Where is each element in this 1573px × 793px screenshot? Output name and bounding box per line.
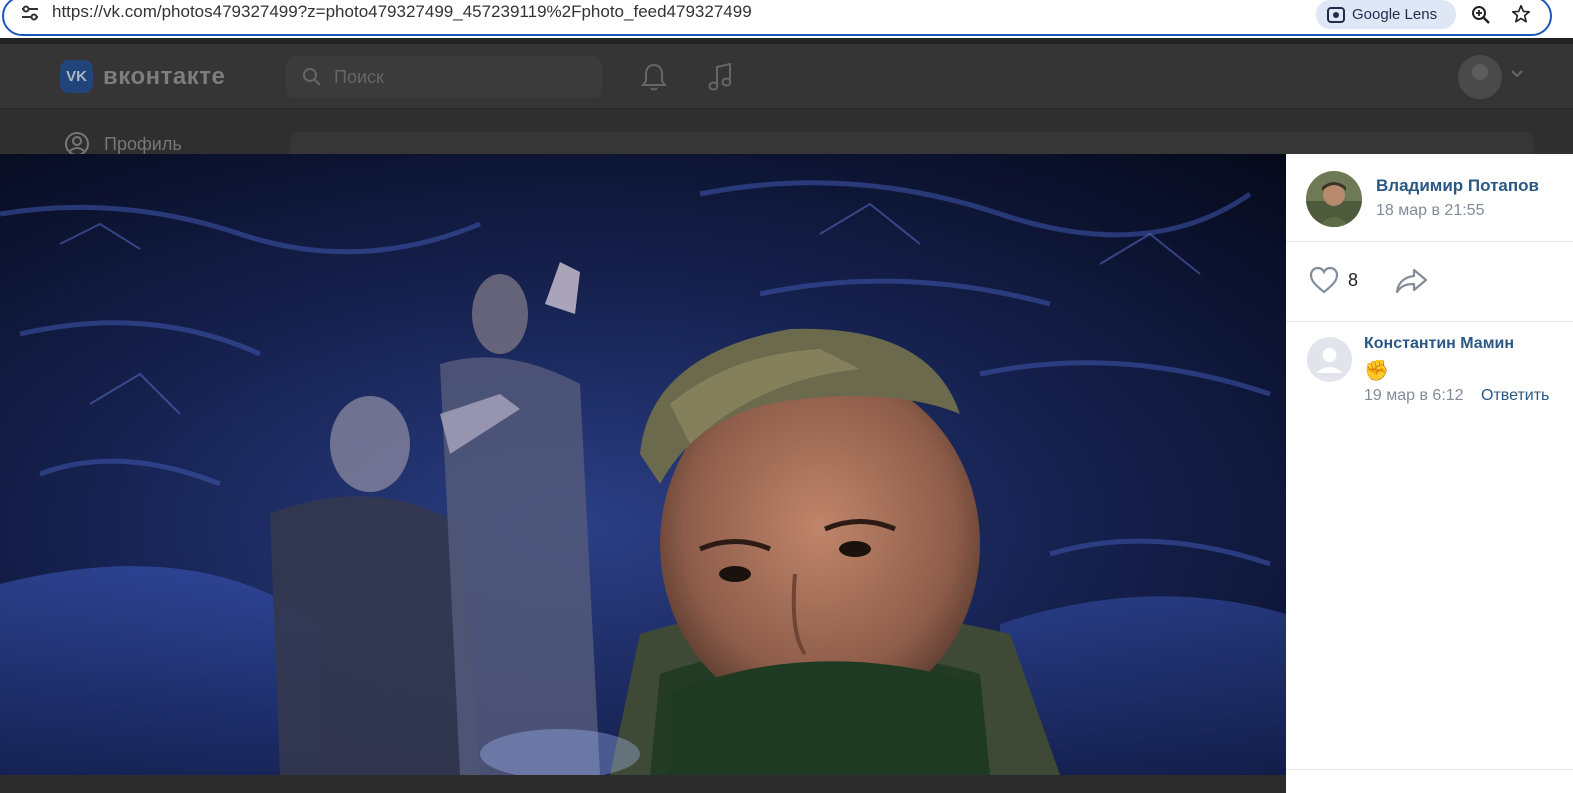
reply-button[interactable]: Ответить [1481,387,1549,405]
user-avatar[interactable] [1458,55,1502,99]
zoom-icon[interactable] [1470,4,1492,26]
photo-bottom-bar [0,775,1286,793]
share-icon[interactable] [1394,266,1430,296]
vk-logo-text: вконтакте [103,62,226,90]
post-date[interactable]: 18 мар в 21:55 [1376,202,1484,220]
comment-author[interactable]: Константин Мамин [1364,335,1514,353]
vk-header: VK вконтакте Поиск [0,44,1573,109]
tune-icon[interactable] [20,4,40,22]
comment-date[interactable]: 19 мар в 6:12 [1364,387,1464,405]
vk-logo-mark: VK [60,60,93,93]
chevron-down-icon[interactable] [1510,69,1524,79]
author-name[interactable]: Владимир Потапов [1376,176,1539,196]
post-actions: 8 [1286,242,1573,322]
author-avatar[interactable] [1306,171,1362,227]
search-input[interactable]: Поиск [286,56,602,98]
browser-address-bar: https://vk.com/photos479327499?z=photo47… [0,0,1573,38]
comment-input-area[interactable] [1286,769,1573,793]
bell-icon[interactable] [640,62,668,92]
comment-avatar[interactable] [1307,337,1352,382]
heart-icon[interactable] [1308,265,1340,295]
bookmark-star-icon[interactable] [1510,3,1532,25]
comment-item: Константин Мамин ✊ 19 мар в 6:12 Ответит… [1286,322,1573,412]
google-lens-label: Google Lens [1352,6,1438,23]
google-lens-button[interactable]: Google Lens [1316,0,1456,29]
sidebar-item-label: Профиль [104,133,182,154]
url-text[interactable]: https://vk.com/photos479327499?z=photo47… [52,2,752,22]
music-icon[interactable] [706,62,734,92]
search-placeholder: Поиск [334,67,384,87]
like-count[interactable]: 8 [1348,270,1358,291]
google-lens-icon [1327,6,1345,23]
search-icon [303,68,321,86]
post-author-block: Владимир Потапов 18 мар в 21:55 [1286,154,1573,242]
photo-viewer-image[interactable] [0,154,1286,775]
comment-text: ✊ [1364,360,1389,382]
vk-logo[interactable]: VK вконтакте [60,60,225,93]
photo-side-panel: Владимир Потапов 18 мар в 21:55 8 Конста… [1286,154,1573,793]
